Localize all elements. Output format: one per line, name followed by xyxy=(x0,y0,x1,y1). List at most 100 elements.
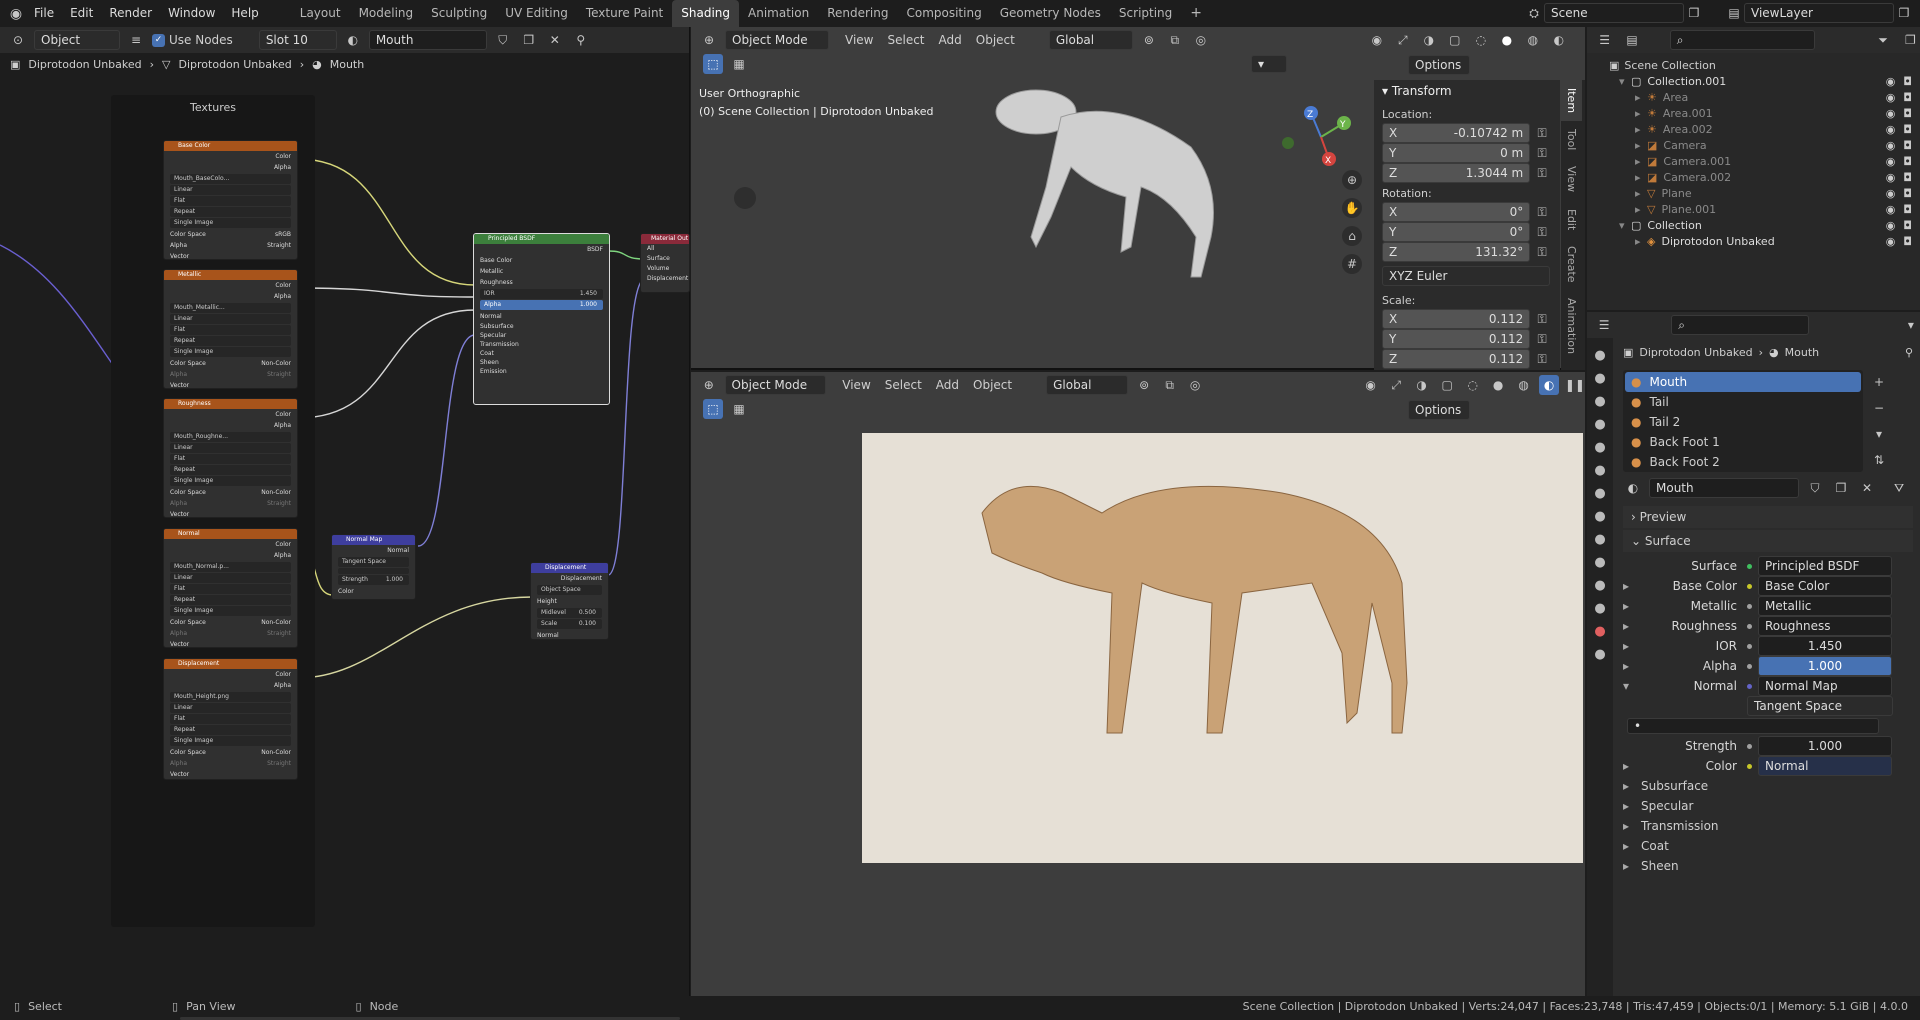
output-tab-icon[interactable]: ● xyxy=(1594,394,1605,409)
material-shading-icon[interactable]: ◍ xyxy=(1514,375,1534,395)
gizmo-icon[interactable]: ⤢ xyxy=(1393,30,1413,50)
menu-file[interactable]: File xyxy=(26,0,62,27)
alpha-output-socket[interactable]: Alpha xyxy=(164,162,297,173)
bsdf-ior-field[interactable]: IOR 1.450 xyxy=(480,289,603,299)
camera-icon[interactable]: ⌂ xyxy=(1342,226,1362,246)
workspace-tab-geometry-nodes[interactable]: Geometry Nodes xyxy=(991,0,1110,27)
filter-icon[interactable]: ⏷ xyxy=(1873,30,1892,50)
material-browse-icon[interactable]: ◐ xyxy=(343,30,363,50)
material-name-field[interactable]: Mouth xyxy=(368,30,487,50)
mode-dropdown[interactable]: Object Mode xyxy=(725,30,829,50)
options-dropdown[interactable]: Options xyxy=(1408,400,1470,420)
sidebar-tab-edit[interactable]: Edit xyxy=(1561,201,1582,238)
scl-x-field[interactable]: X 0.112 xyxy=(1382,309,1531,329)
uv-map-field[interactable] xyxy=(338,568,409,574)
color-output-socket[interactable]: Color xyxy=(164,151,297,162)
alpha-mode-value[interactable]: Straight xyxy=(267,498,291,509)
image-datablock-field[interactable]: Mouth_Normal.p... xyxy=(170,562,291,572)
camera-render-icon[interactable]: ◘ xyxy=(1903,123,1912,136)
viewport-menu-view[interactable]: View xyxy=(842,378,870,392)
expand-arrow-icon[interactable]: ▸ xyxy=(1635,107,1647,120)
unlink-icon[interactable]: ✕ xyxy=(1857,478,1877,498)
overlays-icon[interactable]: ◑ xyxy=(1419,30,1439,50)
eye-icon[interactable]: ◉ xyxy=(1886,171,1896,184)
outliner-item-camera[interactable]: ▸ ◪ Camera ◉ ◘ xyxy=(1587,137,1920,153)
pin-icon[interactable]: ⚲ xyxy=(1905,346,1913,359)
image-datablock-field[interactable]: Mouth_BaseColo... xyxy=(170,174,291,184)
alpha-output-socket[interactable]: Alpha xyxy=(164,420,297,431)
expand-arrow-icon[interactable]: ▸ xyxy=(1635,91,1647,104)
subpanel-transmission[interactable]: ▸ Transmission xyxy=(1623,816,1913,836)
outliner-scene-collection[interactable]: ▣ Scene Collection xyxy=(1587,57,1920,73)
viewport-menu-object[interactable]: Object xyxy=(976,33,1015,47)
bsdf-panel-sheen[interactable]: Sheen xyxy=(474,358,609,367)
outliner-search-input[interactable]: ⌕ xyxy=(1669,30,1816,50)
duplicate-icon[interactable]: ❐ xyxy=(1831,478,1851,498)
outliner-item-collection[interactable]: ▾ ▢ Collection ◉ ◘ xyxy=(1587,217,1920,233)
workspace-tab-texture-paint[interactable]: Texture Paint xyxy=(577,0,672,27)
eye-icon[interactable]: ◉ xyxy=(1886,91,1896,104)
expand-arrow-icon[interactable]: ▾ xyxy=(1619,75,1631,88)
material-output-all[interactable]: All xyxy=(641,244,689,254)
texture-proj-dropdown[interactable]: Flat xyxy=(170,454,291,464)
scl-y-field[interactable]: Y 0.112 xyxy=(1382,329,1531,349)
snap-icon[interactable]: ⧉ xyxy=(1165,30,1185,50)
material-output-displacement[interactable]: Displacement xyxy=(641,274,689,284)
subpanel-subsurface[interactable]: ▸ Subsurface xyxy=(1623,776,1913,796)
texture-ext-dropdown[interactable]: Repeat xyxy=(170,207,291,217)
slot-dropdown[interactable]: Slot 10 xyxy=(258,30,337,50)
material-slot-list[interactable]: ● Mouth ● Tail ● Tail 2 ● Back Foot 1 ● Back Foot… xyxy=(1623,370,1863,472)
view-layer-selector[interactable]: ▤ ViewLayer ❐ xyxy=(1724,3,1914,23)
texture-ext-dropdown[interactable]: Repeat xyxy=(170,595,291,605)
alpha-output-socket[interactable]: Alpha xyxy=(164,291,297,302)
texture-proj-dropdown[interactable]: Flat xyxy=(170,584,291,594)
normal-map-space-dropdown[interactable]: Tangent Space xyxy=(338,557,409,567)
constraints-tab-icon[interactable]: ● xyxy=(1594,578,1605,593)
bsdf-input-metallic[interactable]: Metallic xyxy=(474,266,609,277)
sidebar-tab-view[interactable]: View xyxy=(1561,158,1582,200)
texture-proj-dropdown[interactable]: Flat xyxy=(170,714,291,724)
strength-field[interactable]: 1.000 xyxy=(1758,736,1892,756)
data-tab-icon[interactable]: ● xyxy=(1594,601,1605,616)
texture-src-dropdown[interactable]: Single Image xyxy=(170,476,291,486)
lock-icon[interactable]: ⚿ xyxy=(1532,242,1552,262)
subpanel-sheen[interactable]: ▸ Sheen xyxy=(1623,856,1913,876)
loc-x-field[interactable]: X -0.10742 m xyxy=(1382,123,1531,143)
material-tab-icon[interactable]: ● xyxy=(1594,624,1605,639)
camera-render-icon[interactable]: ◘ xyxy=(1903,75,1912,88)
scene-field[interactable]: Scene xyxy=(1544,3,1684,23)
grid-icon[interactable]: # xyxy=(1342,254,1362,274)
proportional-edit-icon[interactable]: ◎ xyxy=(1191,30,1211,50)
expand-arrow-icon[interactable]: ▾ xyxy=(1623,679,1641,693)
texture-tab-icon[interactable]: ● xyxy=(1594,647,1605,662)
lock-icon[interactable]: ⚿ xyxy=(1532,222,1552,242)
new-scene-icon[interactable]: ❐ xyxy=(1684,3,1704,23)
color-link-field[interactable]: Normal xyxy=(1758,756,1892,776)
workspace-tab-animation[interactable]: Animation xyxy=(739,0,818,27)
eye-icon[interactable]: ◉ xyxy=(1886,219,1896,232)
texture-ext-dropdown[interactable]: Repeat xyxy=(170,465,291,475)
editor-type-icon[interactable]: ☰ xyxy=(1595,315,1613,335)
tool-tab-icon[interactable]: ● xyxy=(1594,348,1605,363)
viewport-menu-select[interactable]: Select xyxy=(885,378,922,392)
texture-interp-dropdown[interactable]: Linear xyxy=(170,314,291,324)
image-texture-node-roughness[interactable]: Roughness Color Alpha Mouth_Roughne... Linea… xyxy=(163,398,298,518)
lock-icon[interactable]: ⚿ xyxy=(1532,202,1552,222)
lock-icon[interactable]: ⚿ xyxy=(1532,123,1552,143)
image-datablock-field[interactable]: Mouth_Metallic... xyxy=(170,303,291,313)
prop-value-field[interactable]: 1.000 xyxy=(1758,656,1892,676)
visibility-icon[interactable]: ◉ xyxy=(1367,30,1387,50)
texture-proj-dropdown[interactable]: Flat xyxy=(170,325,291,335)
viewport-menu-select[interactable]: Select xyxy=(887,33,924,47)
sidebar-tab-create[interactable]: Create xyxy=(1561,238,1582,291)
bsdf-panel-coat[interactable]: Coat xyxy=(474,349,609,358)
expand-arrow-icon[interactable]: ▸ xyxy=(1623,579,1641,593)
displacement-node[interactable]: Displacement Displacement Object Space H… xyxy=(530,562,609,640)
expand-arrow-icon[interactable]: ▸ xyxy=(1635,203,1647,216)
sidebar-tab-tool[interactable]: Tool xyxy=(1561,121,1582,158)
lock-icon[interactable]: ⚿ xyxy=(1532,349,1552,369)
alpha-mode-value[interactable]: Straight xyxy=(267,758,291,769)
lock-icon[interactable]: ⚿ xyxy=(1532,309,1552,329)
pin-icon[interactable]: ⚲ xyxy=(571,30,591,50)
texture-ext-dropdown[interactable]: Repeat xyxy=(170,725,291,735)
